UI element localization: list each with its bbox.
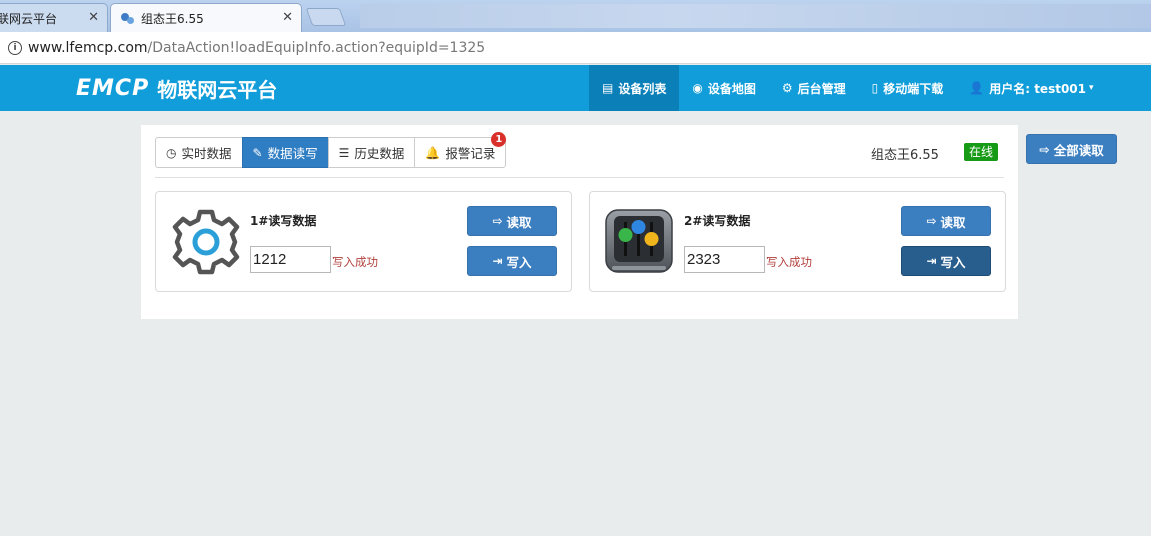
- nav-item-user[interactable]: 👤 用户名: test001 ▾: [956, 65, 1106, 111]
- button-label: 写入: [940, 254, 966, 270]
- write-button[interactable]: ⇥ 写入: [901, 246, 991, 276]
- sign-in-icon: ⇥: [492, 254, 503, 268]
- brand-name: 物联网云平台: [157, 77, 278, 102]
- tab-label: 历史数据: [354, 146, 405, 161]
- sign-in-icon: ⇥: [926, 254, 937, 268]
- sub-tabs: ◷ 实时数据 ✎ 数据读写 ☰ 历史数据 🔔 报警记录 1: [155, 132, 507, 168]
- card-title: 2#读写数据: [684, 214, 751, 228]
- close-icon[interactable]: ✕: [282, 10, 293, 25]
- user-icon: 👤: [969, 81, 985, 95]
- tabstrip-background: [360, 4, 1151, 28]
- tab-history-data[interactable]: ☰ 历史数据: [327, 137, 416, 168]
- main-panel: ◷ 实时数据 ✎ 数据读写 ☰ 历史数据 🔔 报警记录 1 组态王6.55 在线…: [141, 125, 1018, 319]
- favicon-icon: [119, 11, 135, 25]
- nav-item-device-list[interactable]: ▤ 设备列表: [589, 65, 680, 111]
- data-card-1: 1#读写数据 1212 写入成功 ⇨ 读取 ⇥ 写入: [155, 191, 572, 292]
- read-all-button[interactable]: ⇨ 全部读取: [1026, 134, 1117, 164]
- tab-label: 数据读写: [267, 146, 318, 161]
- tab-label: 实时数据: [181, 146, 232, 161]
- browser-tab-2[interactable]: 组态王6.55 ✕: [110, 3, 302, 32]
- value-input[interactable]: 2323: [684, 246, 765, 273]
- nav-item-label: 后台管理: [797, 81, 846, 96]
- gears-icon: ⚙: [781, 81, 793, 95]
- bell-icon: 🔔: [425, 145, 441, 160]
- brand[interactable]: EMCP 物联网云平台: [76, 74, 277, 102]
- status-badge: 在线: [964, 143, 999, 161]
- tab-alarm-records[interactable]: 🔔 报警记录 1: [414, 132, 507, 168]
- button-label: 读取: [940, 214, 966, 230]
- divider: [155, 177, 1004, 178]
- clock-icon: ◷: [166, 145, 177, 160]
- info-icon[interactable]: i: [8, 40, 22, 55]
- browser-tabstrip: 联网云平台 ✕ 组态王6.55 ✕: [0, 0, 1151, 32]
- browser-tab-title: 组态王6.55: [141, 11, 204, 26]
- url-path: /DataAction!loadEquipInfo.action?equipId…: [147, 39, 486, 56]
- write-result-text: 写入成功: [766, 255, 812, 269]
- list-icon: ▤: [602, 81, 614, 95]
- tab-realtime-data[interactable]: ◷ 实时数据: [155, 137, 243, 168]
- read-button[interactable]: ⇨ 读取: [901, 206, 991, 236]
- button-label: 写入: [506, 254, 532, 270]
- top-navbar: EMCP 物联网云平台 ▤ 设备列表 ◉ 设备地图 ⚙ 后台管理 ▯ 移动端下载…: [0, 65, 1151, 111]
- tab-data-read-write[interactable]: ✎ 数据读写: [241, 137, 329, 168]
- value-input[interactable]: 1212: [250, 246, 331, 273]
- caret-down-icon: ▾: [1089, 83, 1094, 93]
- nav-item-label: 移动端下载: [883, 81, 944, 96]
- mobile-icon: ▯: [871, 81, 879, 95]
- device-name: 组态王6.55: [871, 148, 939, 163]
- nav-item-admin[interactable]: ⚙ 后台管理: [769, 65, 859, 111]
- data-card-2: 2#读写数据 2323 写入成功 ⇨ 读取 ⇥ 写入: [589, 191, 1006, 292]
- nav-item-label: 设备列表: [618, 81, 667, 96]
- nav-item-mobile-download[interactable]: ▯ 移动端下载: [859, 65, 957, 111]
- nav-item-label: 设备地图: [707, 81, 756, 96]
- close-icon[interactable]: ✕: [88, 10, 99, 25]
- url-host: www.lfemcp.com: [28, 39, 148, 56]
- card-title: 1#读写数据: [250, 214, 317, 228]
- alarm-count-badge: 1: [491, 132, 507, 147]
- write-result-text: 写入成功: [332, 255, 378, 269]
- nav-item-label: 用户名: test001: [989, 81, 1086, 96]
- list-icon: ☰: [338, 145, 350, 160]
- nav-item-device-map[interactable]: ◉ 设备地图: [679, 65, 769, 111]
- read-button[interactable]: ⇨ 读取: [467, 206, 557, 236]
- address-bar[interactable]: i www.lfemcp.com /DataAction!loadEquipIn…: [0, 32, 1151, 64]
- gear-icon: [172, 209, 240, 275]
- logo: EMCP: [76, 75, 150, 101]
- new-tab-button[interactable]: [305, 8, 347, 26]
- tab-label: 报警记录: [445, 146, 496, 161]
- pencil-icon: ✎: [252, 145, 263, 160]
- browser-tab-title: 联网云平台: [0, 11, 58, 26]
- sign-out-icon: ⇨: [1039, 141, 1050, 157]
- button-label: 全部读取: [1053, 142, 1104, 158]
- nav-menu: ▤ 设备列表 ◉ 设备地图 ⚙ 后台管理 ▯ 移动端下载 👤 用户名: test…: [589, 65, 1107, 111]
- button-label: 读取: [506, 214, 532, 230]
- browser-tab-1[interactable]: 联网云平台 ✕: [0, 3, 108, 32]
- globe-icon: ◉: [692, 81, 703, 95]
- mixer-icon: [605, 209, 673, 273]
- write-button[interactable]: ⇥ 写入: [467, 246, 557, 276]
- sign-out-icon: ⇨: [926, 214, 937, 228]
- sign-out-icon: ⇨: [492, 214, 503, 228]
